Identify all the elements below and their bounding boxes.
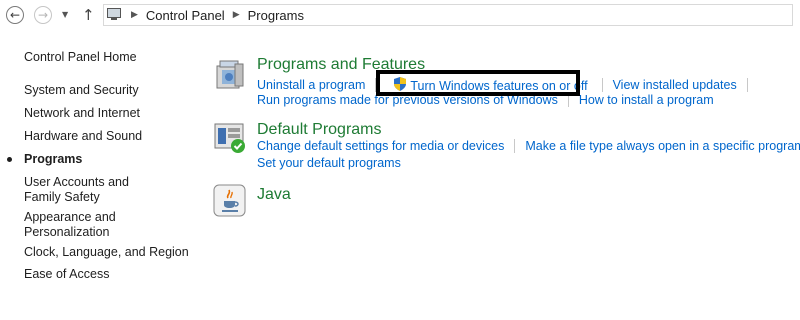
uninstall-program-link[interactable]: Uninstall a program [257,78,365,92]
default-programs-links-row1: Change default settings for media or dev… [257,139,800,153]
breadcrumb-programs[interactable]: Programs [248,8,304,23]
sidebar-item-hardware-sound[interactable]: Hardware and Sound [24,129,194,144]
view-installed-updates-link[interactable]: View installed updates [613,78,737,92]
how-to-install-link[interactable]: How to install a program [579,93,714,107]
link-separator [514,139,516,153]
sidebar-item-ease-of-access[interactable]: Ease of Access [24,267,194,282]
breadcrumb-chevron-icon[interactable]: ▶ [131,10,138,20]
breadcrumb-control-panel[interactable]: Control Panel [146,8,225,23]
file-type-association-link[interactable]: Make a file type always open in a specif… [525,139,800,153]
sidebar-item-appearance[interactable]: Appearance and Personalization [24,210,124,240]
sidebar-item-clock-language-region[interactable]: Clock, Language, and Region [24,245,199,260]
set-default-programs-link[interactable]: Set your default programs [257,156,401,170]
sidebar-item-control-panel-home[interactable]: Control Panel Home [24,50,194,65]
sidebar-item-system-security[interactable]: System and Security [24,83,194,98]
up-button[interactable]: ↑ [82,6,95,24]
address-box[interactable]: ▶ Control Panel ▶ Programs [103,4,793,26]
default-programs-icon [214,123,245,153]
sidebar-item-label: Programs [24,152,83,166]
default-programs-links-row2: Set your default programs [257,156,401,170]
recent-locations-dropdown[interactable]: ▼ [62,10,68,19]
change-default-settings-link[interactable]: Change default settings for media or dev… [257,139,504,153]
link-separator [601,77,603,92]
control-panel-icon [107,8,123,22]
sidebar-item-programs: Programs [7,152,194,167]
breadcrumb-chevron-icon[interactable]: ▶ [233,10,240,20]
current-page-bullet [7,157,12,162]
forward-button[interactable]: → [34,6,52,24]
java-icon [213,184,246,217]
windows-features-highlight-box [376,70,580,96]
sidebar-item-network-internet[interactable]: Network and Internet [24,106,194,121]
java-title[interactable]: Java [257,186,291,204]
address-bar: ← → ▼ ↑ ▶ Control Panel ▶ Programs [0,0,800,32]
programs-features-icon [216,60,244,89]
link-separator [746,77,748,92]
sidebar-item-user-accounts[interactable]: User Accounts and Family Safety [24,175,169,205]
back-button[interactable]: ← [6,6,24,24]
default-programs-title[interactable]: Default Programs [257,121,382,139]
